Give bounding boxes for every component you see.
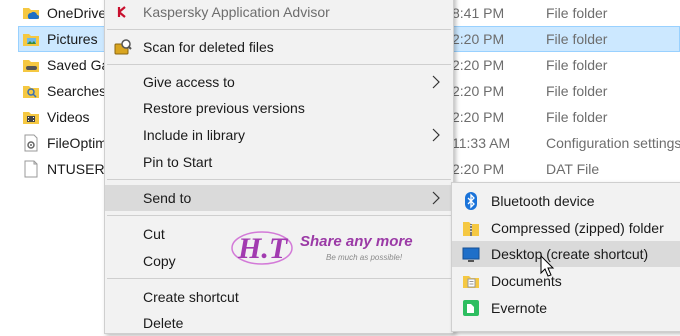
menu-item-label: Send to: [143, 190, 192, 206]
file-name: FileOptimizer: [47, 135, 107, 151]
file-type: File folder: [546, 31, 608, 47]
menu-item-give-access[interactable]: Give access to: [105, 69, 453, 95]
zip-folder-icon: [463, 222, 479, 236]
submenu-item-label: Compressed (zipped) folder: [491, 220, 664, 236]
videos-folder-icon: [23, 112, 39, 124]
send-to-desktop[interactable]: Desktop (create shortcut): [452, 241, 680, 267]
context-menu: Kaspersky Application Advisor Scan for d…: [104, 0, 454, 334]
onedrive-folder-icon: [23, 8, 39, 19]
watermark-logo-text: H.T: [237, 232, 289, 265]
menu-separator: [107, 29, 451, 30]
watermark-slogan: Be much as possible!: [326, 253, 403, 262]
chevron-right-icon: [432, 75, 440, 89]
documents-folder-icon: [463, 276, 479, 288]
kaspersky-icon: [117, 6, 126, 18]
file-date: 2:20 PM: [452, 31, 505, 47]
menu-item-label: Give access to: [143, 74, 235, 90]
recovery-tool-icon: [114, 39, 132, 55]
file-type: Configuration settings: [546, 135, 680, 151]
submenu-item-label: Bluetooth device: [491, 193, 595, 209]
file-name: OneDrive: [47, 5, 107, 21]
pictures-folder-icon: [23, 34, 39, 46]
file-type: File folder: [546, 57, 608, 73]
menu-item-restore-versions[interactable]: Restore previous versions: [105, 95, 453, 121]
chevron-right-icon: [432, 128, 440, 142]
evernote-icon: [463, 300, 479, 316]
file-date: 8:41 PM: [452, 5, 505, 21]
submenu-item-label: Evernote: [491, 300, 548, 316]
menu-separator: [107, 278, 451, 279]
file-type: File folder: [546, 5, 608, 21]
file-date: 2:20 PM: [452, 161, 505, 177]
send-to-evernote[interactable]: Evernote: [452, 295, 680, 321]
file-name: Pictures: [47, 31, 98, 47]
menu-item-scan-deleted[interactable]: Scan for deleted files: [105, 34, 453, 60]
file-date: 2:20 PM: [452, 109, 505, 125]
menu-item-pin-start[interactable]: Pin to Start: [105, 149, 453, 175]
desktop-icon: [462, 247, 480, 262]
file-type: File folder: [546, 83, 608, 99]
bluetooth-icon: [465, 192, 477, 210]
menu-item-send-to[interactable]: Send to: [105, 185, 453, 211]
config-file-icon: [24, 134, 38, 152]
searches-folder-icon: [23, 86, 39, 98]
menu-item-label: Cut: [143, 226, 165, 242]
menu-item-label: Restore previous versions: [143, 100, 305, 116]
file-name: Saved Games: [47, 57, 107, 73]
menu-item-label: Scan for deleted files: [143, 39, 274, 55]
file-name: Videos: [47, 109, 90, 125]
file-name: Searches: [47, 83, 107, 99]
menu-item-label: Pin to Start: [143, 154, 213, 170]
blank-file-icon: [24, 160, 38, 178]
chevron-right-icon: [432, 191, 440, 205]
menu-item-label: Include in library: [143, 127, 245, 143]
file-name: NTUSER.DAT: [47, 161, 107, 177]
menu-item-label: Kaspersky Application Advisor: [143, 4, 330, 20]
menu-item-create-shortcut[interactable]: Create shortcut: [105, 284, 453, 310]
menu-separator: [107, 215, 451, 216]
file-type: File folder: [546, 109, 608, 125]
menu-item-label: Delete: [143, 315, 184, 331]
menu-item-delete[interactable]: Delete: [105, 310, 453, 336]
watermark-logo: H.T Share any more Be much as possible!: [231, 231, 413, 265]
mouse-pointer-icon: [540, 255, 555, 277]
send-to-bluetooth[interactable]: Bluetooth device: [452, 188, 680, 214]
menu-separator: [107, 179, 451, 180]
send-to-submenu: Bluetooth device Compressed (zipped) fol…: [451, 182, 680, 332]
watermark-tagline: Share any more: [300, 233, 413, 250]
file-date: 11:33 AM: [452, 135, 511, 151]
menu-item-include-library[interactable]: Include in library: [105, 122, 453, 148]
menu-separator: [107, 64, 451, 65]
menu-item-label: Copy: [143, 253, 176, 269]
submenu-item-label: Desktop (create shortcut): [491, 246, 649, 262]
menu-item-label: Create shortcut: [143, 289, 239, 305]
menu-item-kaspersky-advisor[interactable]: Kaspersky Application Advisor: [105, 0, 453, 25]
file-type: DAT File: [546, 161, 600, 177]
file-date: 2:20 PM: [452, 83, 505, 99]
file-date: 2:20 PM: [452, 57, 505, 73]
send-to-compressed[interactable]: Compressed (zipped) folder: [452, 215, 680, 241]
saved-games-folder-icon: [23, 60, 39, 72]
send-to-documents[interactable]: Documents: [452, 268, 680, 294]
